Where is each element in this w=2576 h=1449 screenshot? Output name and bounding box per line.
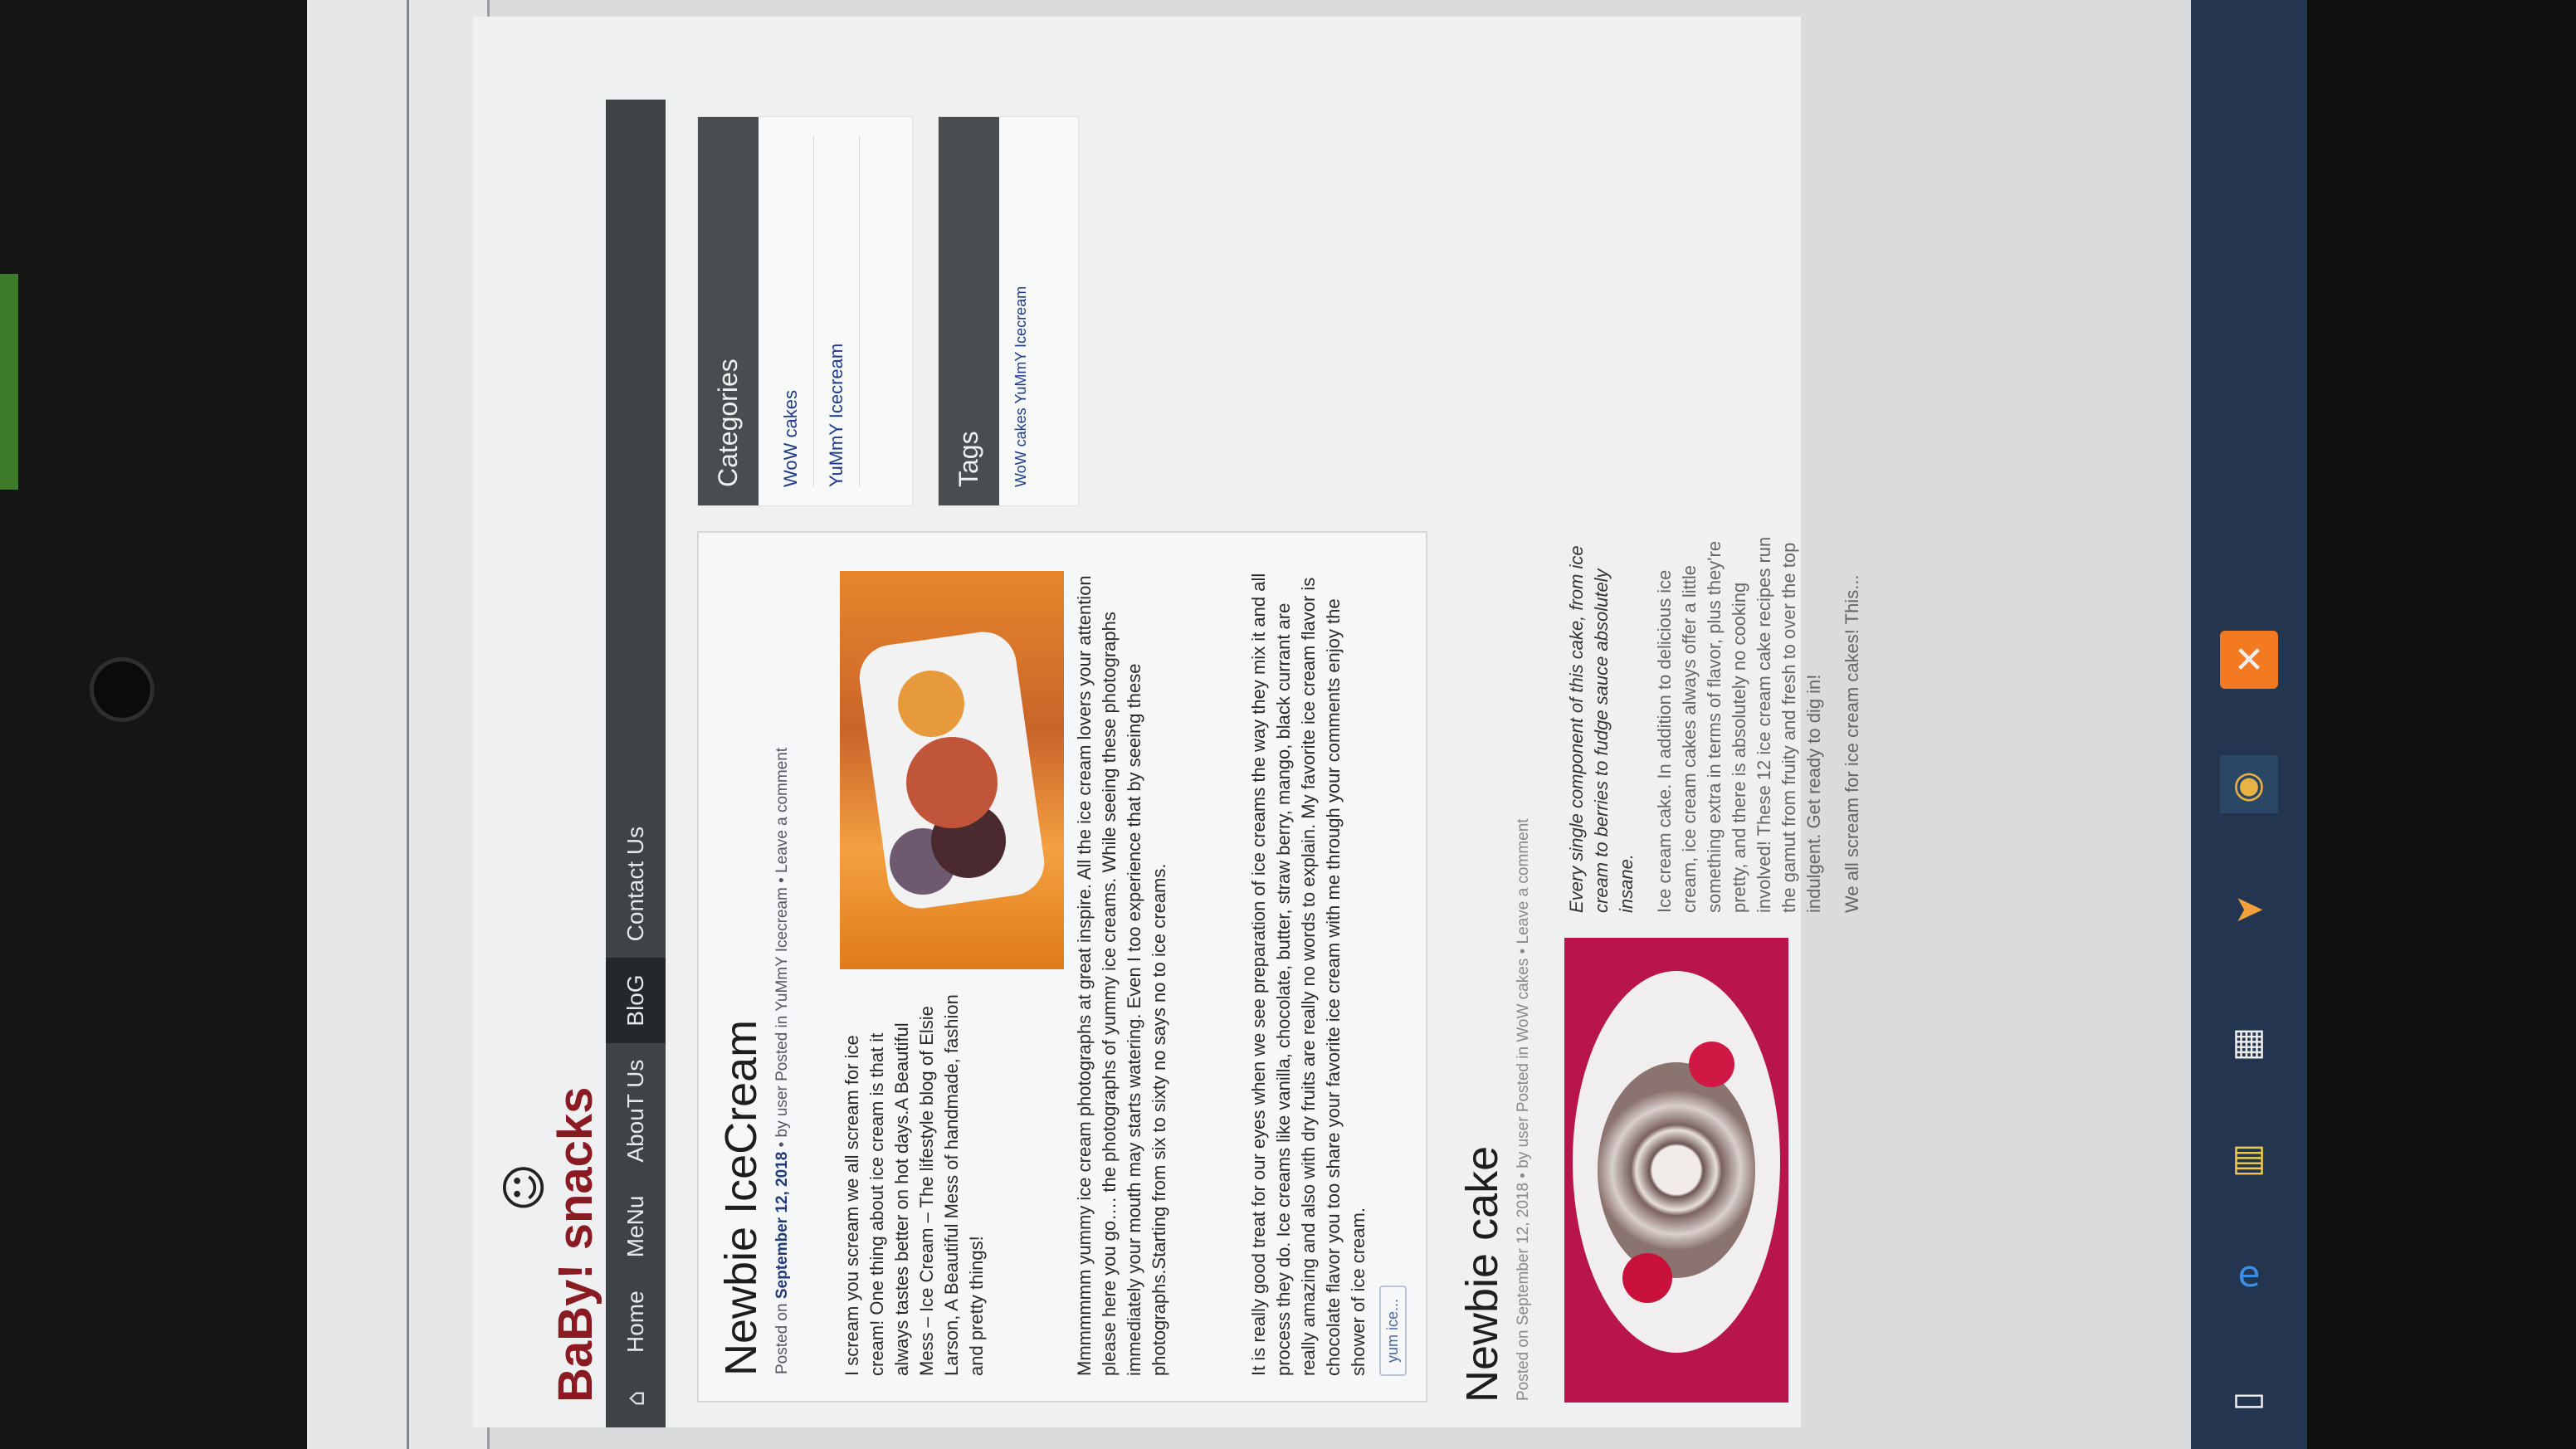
web-page: ☺ BaBy! snacks ⌂ Home MeNu AbouT Us BloG…: [473, 17, 1862, 1427]
post-paragraph: It is really good treat for our eyes whe…: [1248, 573, 1368, 1376]
tags-widget: Tags WoW cakes YuMmY Icecream: [938, 116, 1079, 506]
browser-chrome: [307, 0, 490, 1449]
post-excerpt: Every single component of this cake, fro…: [1564, 531, 1865, 913]
background-object: [0, 274, 18, 490]
nav-about-us[interactable]: AbouT Us: [606, 1043, 666, 1179]
category-link-yummy-icecream[interactable]: YuMmY Icecream: [814, 135, 860, 487]
icecream-photo: [840, 571, 1064, 969]
widget-title: Tags: [939, 117, 999, 505]
cake-roll: [1598, 1062, 1755, 1278]
post-paragraph: I scream you scream we all scream for ic…: [842, 994, 987, 1376]
post-meta: Posted on September 12, 2018 • by user P…: [773, 748, 792, 1374]
post-date-link[interactable]: September 12, 2018: [773, 1152, 791, 1299]
smiley-logo-icon: ☺: [498, 1163, 552, 1212]
post-paragraph: Mmmmmmm yummy ice cream photographs at g…: [1074, 575, 1169, 1376]
monitor-bezel-left: [0, 0, 307, 1449]
browser-divider: [407, 0, 409, 1449]
site-title[interactable]: BaBy! snacks: [548, 1087, 603, 1403]
webcam: [90, 657, 154, 722]
meta-rest[interactable]: • by user Posted in YuMmY Icecream • Lea…: [773, 748, 791, 1148]
paper-plane-icon[interactable]: ➤: [2220, 880, 2278, 938]
raspberry: [1689, 1042, 1734, 1087]
post-tail: We all scream for ice cream cakes! This.…: [1842, 574, 1862, 913]
screen: ☺ BaBy! snacks ⌂ Home MeNu AbouT Us BloG…: [307, 0, 2191, 1449]
post-title[interactable]: Newbie IceCream: [715, 1020, 767, 1376]
file-explorer-icon[interactable]: ▤: [2220, 1129, 2278, 1187]
scoop: [898, 671, 964, 737]
cake-photo: [1564, 938, 1788, 1403]
nav-home[interactable]: Home: [606, 1274, 666, 1369]
edge-icon[interactable]: e: [2220, 1245, 2278, 1303]
main-navigation: ⌂ Home MeNu AbouT Us BloG Contact Us: [606, 100, 666, 1427]
xampp-icon[interactable]: ✕: [2220, 631, 2278, 689]
store-icon[interactable]: ▦: [2220, 1012, 2278, 1071]
site-logo[interactable]: ☺ BaBy! snacks: [498, 1087, 603, 1403]
widget-title: Categories: [698, 117, 759, 505]
nav-menu[interactable]: MeNu: [606, 1179, 666, 1275]
monitor-bezel-right: [2307, 0, 2576, 1449]
blog-post-icecream: Newbie IceCream Posted on September 12, …: [697, 531, 1427, 1403]
post-title[interactable]: Newbie cake: [1456, 1146, 1508, 1403]
meta-prefix: Posted on: [773, 1303, 791, 1374]
blog-post-cake: Newbie cake Posted on September 12, 2018…: [1448, 531, 1862, 1403]
post-lead: Every single component of this cake, fro…: [1566, 545, 1637, 913]
category-link-wow-cakes[interactable]: WoW cakes: [768, 135, 814, 487]
post-tag-button[interactable]: yum ice...: [1379, 1285, 1407, 1376]
nav-contact-us[interactable]: Contact Us: [606, 810, 666, 959]
chrome-icon[interactable]: ◉: [2220, 755, 2278, 813]
task-view-icon[interactable]: ▭: [2220, 1369, 2278, 1427]
windows-taskbar: ▭ e ▤ ▦ ➤ ◉ ✕: [2191, 0, 2307, 1449]
raspberry: [1622, 1253, 1672, 1303]
post-body: Ice cream cake. In addition to delicious…: [1654, 536, 1824, 913]
scoop: [906, 737, 998, 828]
post-meta[interactable]: Posted on September 12, 2018 • by user P…: [1515, 818, 1533, 1401]
home-icon[interactable]: ⌂: [622, 1369, 651, 1427]
categories-widget: Categories WoW cakes YuMmY Icecream: [697, 116, 913, 506]
tag-cloud[interactable]: WoW cakes YuMmY Icecream: [999, 117, 1043, 505]
nav-blog[interactable]: BloG: [606, 958, 666, 1043]
